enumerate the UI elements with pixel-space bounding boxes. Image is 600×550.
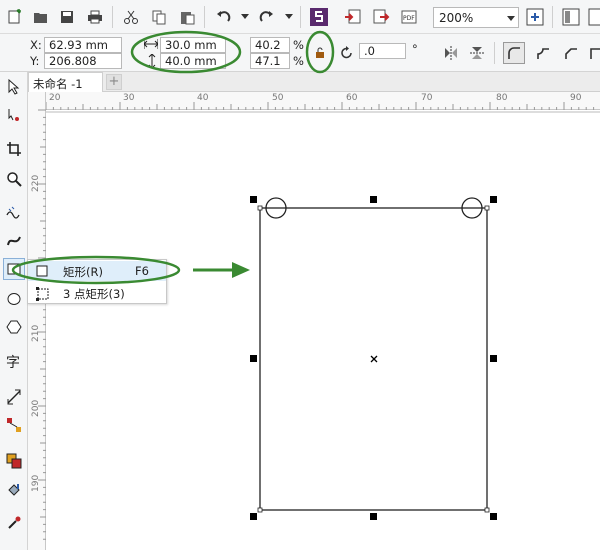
undo-icon[interactable] xyxy=(212,6,234,28)
scale-height-input[interactable]: 47.1 xyxy=(250,53,290,69)
zoom-tool-icon[interactable] xyxy=(3,168,25,190)
polygon-tool-icon[interactable] xyxy=(3,316,25,338)
paste-icon[interactable] xyxy=(176,6,198,28)
smart-fill-icon[interactable] xyxy=(3,478,25,500)
text-tool-icon[interactable]: 字 xyxy=(3,350,25,372)
height-input[interactable]: 40.0 mm xyxy=(160,53,226,69)
corner-options-icon[interactable] xyxy=(584,42,600,64)
menu-item-shortcut: F6 xyxy=(135,264,149,278)
width-icon xyxy=(143,38,159,53)
shape-tool-icon[interactable] xyxy=(3,104,25,126)
export-icon[interactable] xyxy=(370,6,392,28)
vertical-ruler[interactable]: 220 210 200 190 xyxy=(28,92,46,550)
open-icon[interactable] xyxy=(30,6,52,28)
crop-tool-icon[interactable] xyxy=(3,138,25,160)
redo-dropdown-icon[interactable] xyxy=(278,6,300,28)
scale-width-percent: % xyxy=(293,38,304,52)
rectangle-tool-icon[interactable] xyxy=(3,258,25,280)
chevron-down-icon xyxy=(507,16,515,21)
publish-pdf-icon[interactable]: PDF xyxy=(398,6,420,28)
menu-item-label: 3 点矩形(3) xyxy=(63,287,125,301)
artistic-media-icon[interactable] xyxy=(3,230,25,252)
mirror-horizontal-icon[interactable] xyxy=(440,42,462,64)
rotation-angle-input[interactable]: .0 xyxy=(359,43,406,59)
corel-connect-icon[interactable] xyxy=(308,6,330,28)
interactive-fill-icon[interactable] xyxy=(3,450,25,472)
drawing-canvas[interactable] xyxy=(46,110,600,550)
three-point-rectangle-icon xyxy=(36,287,50,304)
copy-icon[interactable] xyxy=(148,6,170,28)
options-icon[interactable] xyxy=(584,6,600,28)
horizontal-ruler[interactable]: 20 30 40 50 60 70 80 90 xyxy=(46,92,600,110)
document-tab-bar: 未命名 -1 + xyxy=(28,72,600,92)
width-input[interactable]: 30.0 mm xyxy=(160,37,226,53)
x-position-label: X: xyxy=(30,38,42,52)
ellipse-tool-icon[interactable] xyxy=(3,288,25,310)
lock-ratio-icon[interactable] xyxy=(309,42,331,64)
redo-icon[interactable] xyxy=(256,6,278,28)
undo-dropdown-icon[interactable] xyxy=(234,6,256,28)
height-icon xyxy=(146,53,158,71)
import-icon[interactable] xyxy=(342,6,364,28)
dimension-tool-icon[interactable] xyxy=(3,386,25,408)
menu-item-label: 矩形(R) xyxy=(63,265,103,279)
mirror-vertical-icon[interactable] xyxy=(466,42,488,64)
y-position-label: Y: xyxy=(30,54,40,68)
connector-tool-icon[interactable] xyxy=(3,414,25,436)
save-icon[interactable] xyxy=(56,6,78,28)
cut-icon[interactable] xyxy=(120,6,142,28)
round-corner-icon[interactable] xyxy=(503,42,525,64)
toolbox: 字 xyxy=(0,72,28,550)
scalloped-corner-icon[interactable] xyxy=(532,42,554,64)
add-tab-button[interactable]: + xyxy=(106,74,122,90)
page-layout-icon[interactable] xyxy=(560,6,582,28)
full-screen-preview-icon[interactable] xyxy=(524,6,546,28)
document-tab[interactable]: 未命名 -1 xyxy=(28,72,103,92)
eyedropper-tool-icon[interactable] xyxy=(3,512,25,534)
standard-toolbar: PDF 200% xyxy=(0,0,600,34)
rotate-icon xyxy=(336,42,358,64)
y-position-input[interactable]: 206.808 mm xyxy=(44,53,122,82)
rectangle-icon xyxy=(36,265,48,280)
scale-height-percent: % xyxy=(293,54,304,68)
menu-item-rectangle[interactable]: 矩形(R) F6 xyxy=(28,261,166,281)
property-bar: X: 62.93 mm Y: 206.808 mm 30.0 mm 40.0 m… xyxy=(0,34,600,82)
new-document-icon[interactable] xyxy=(4,6,26,28)
zoom-level-select[interactable]: 200% xyxy=(433,7,519,28)
print-icon[interactable] xyxy=(84,6,106,28)
degree-symbol: ° xyxy=(412,42,418,56)
pick-tool-icon[interactable] xyxy=(3,76,25,98)
menu-item-3-point-rectangle[interactable]: 3 点矩形(3) xyxy=(28,283,166,303)
rectangle-tool-flyout: 矩形(R) F6 3 点矩形(3) xyxy=(27,259,167,304)
svg-text:字: 字 xyxy=(6,355,20,369)
scale-width-input[interactable]: 40.2 xyxy=(250,37,290,53)
chamfered-corner-icon[interactable] xyxy=(560,42,582,64)
freehand-tool-icon[interactable] xyxy=(3,202,25,224)
zoom-level-value: 200% xyxy=(439,11,474,25)
svg-text:PDF: PDF xyxy=(403,15,415,22)
x-position-input[interactable]: 62.93 mm xyxy=(44,37,122,53)
